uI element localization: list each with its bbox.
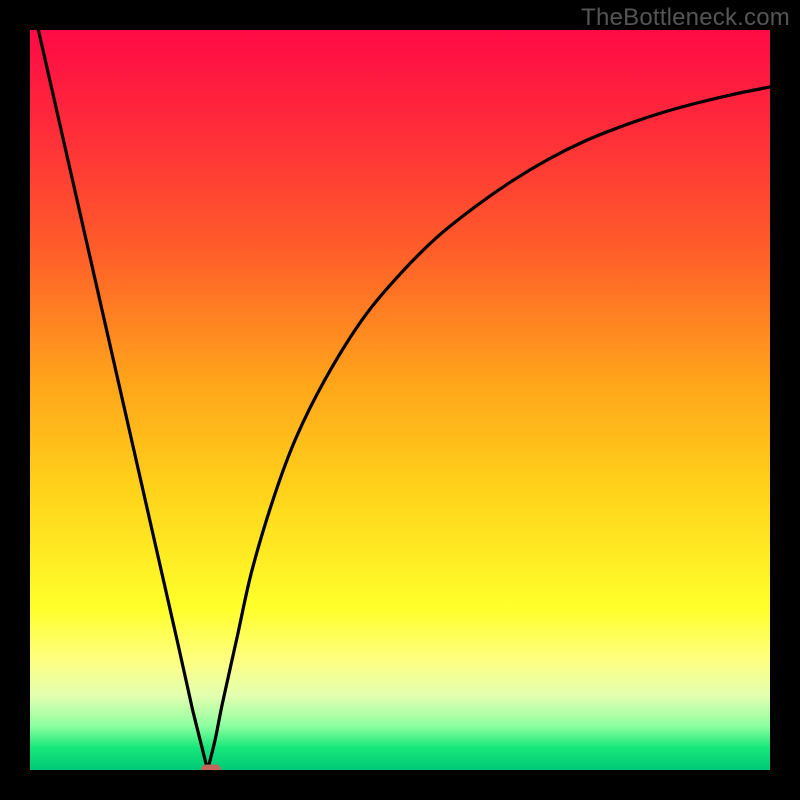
watermark-label: TheBottleneck.com: [581, 4, 790, 32]
plot-area: [30, 30, 770, 770]
bottleneck-curve: [30, 30, 770, 770]
optimum-marker: [201, 765, 221, 771]
chart-frame: TheBottleneck.com: [0, 0, 800, 800]
